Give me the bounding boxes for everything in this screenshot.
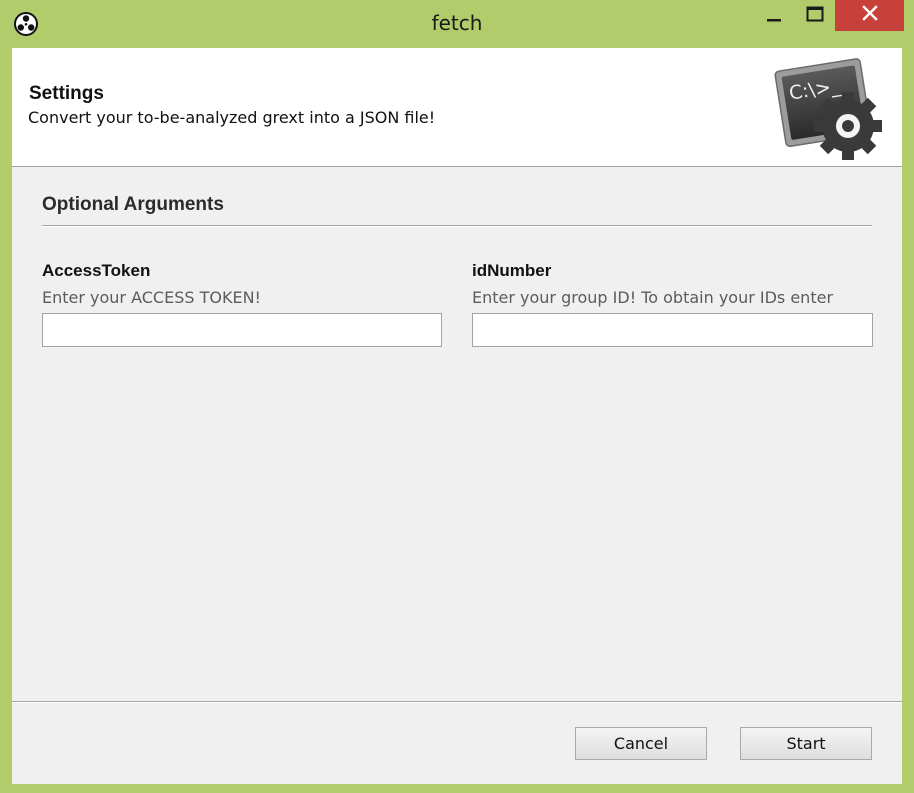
cancel-button[interactable]: Cancel bbox=[575, 727, 707, 760]
wizard-header: Settings Convert your to-be-analyzed gre… bbox=[12, 48, 902, 167]
start-button[interactable]: Start bbox=[740, 727, 872, 760]
app-window: fetch Settings Convert your to-be-analyz… bbox=[0, 0, 914, 793]
id-number-hint: Enter your group ID! To obtain your IDs … bbox=[472, 288, 834, 307]
id-number-input[interactable] bbox=[472, 313, 873, 347]
access-token-input[interactable] bbox=[42, 313, 442, 347]
header-description: Convert your to-be-analyzed grext into a… bbox=[28, 108, 436, 127]
section-divider bbox=[42, 225, 872, 227]
access-token-hint: Enter your ACCESS TOKEN! bbox=[42, 288, 261, 307]
title-bar[interactable]: fetch bbox=[0, 0, 914, 48]
section-title: Optional Arguments bbox=[42, 194, 224, 215]
maximize-button[interactable] bbox=[799, 0, 831, 32]
close-icon bbox=[861, 5, 878, 26]
minimize-button[interactable] bbox=[758, 0, 790, 32]
maximize-icon bbox=[806, 6, 824, 27]
access-token-label: AccessToken bbox=[42, 261, 151, 280]
terminal-gear-icon: C:\>_ bbox=[772, 52, 890, 162]
header-title: Settings bbox=[29, 83, 104, 104]
close-button[interactable] bbox=[835, 0, 904, 31]
id-number-label: idNumber bbox=[472, 261, 552, 280]
minimize-icon bbox=[766, 6, 782, 27]
footer-divider bbox=[12, 701, 902, 703]
dialog-client-area: Settings Convert your to-be-analyzed gre… bbox=[12, 48, 902, 784]
